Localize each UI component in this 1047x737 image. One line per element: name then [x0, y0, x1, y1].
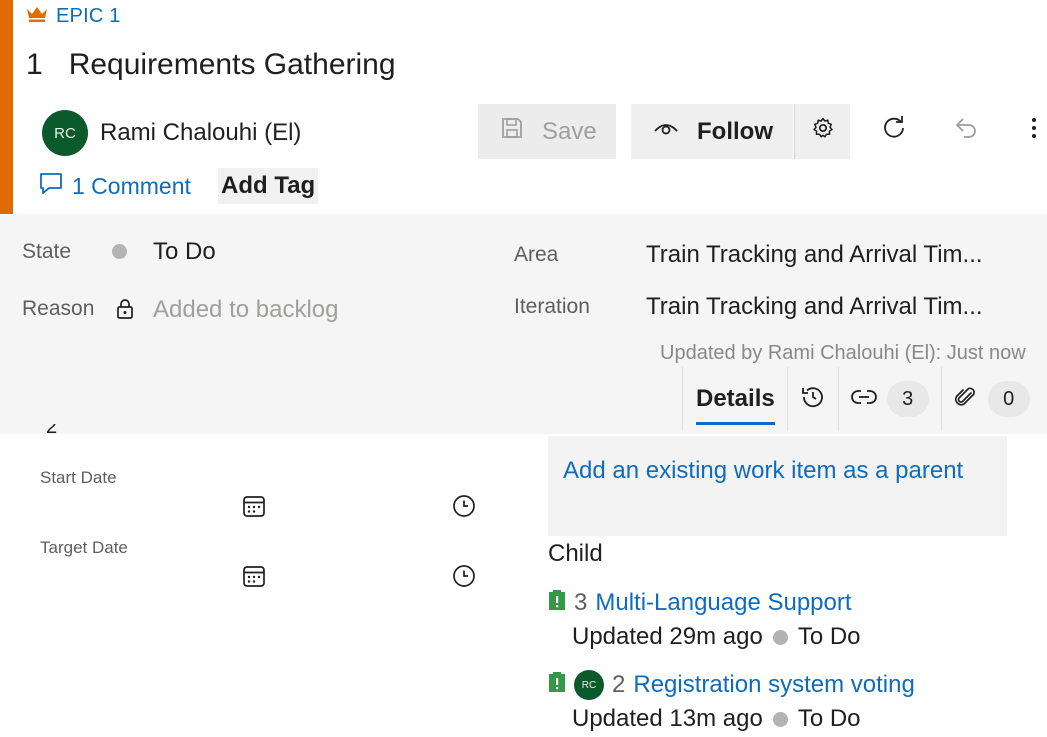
- more-icon: [1031, 116, 1037, 147]
- calendar-icon[interactable]: [242, 494, 266, 518]
- undo-icon: [953, 115, 979, 148]
- start-date-label: Start Date: [40, 468, 117, 487]
- task-icon: [548, 589, 566, 618]
- save-label: Save: [542, 117, 597, 145]
- avatar: RC: [574, 670, 604, 700]
- work-item-type: EPIC 1: [26, 4, 121, 28]
- refresh-icon: [881, 115, 907, 148]
- state-dropdown[interactable]: To Do: [153, 238, 216, 266]
- updated-by-text: Updated by Rami Chalouhi (El): Just now: [660, 342, 1026, 364]
- follow-button[interactable]: Follow: [631, 104, 793, 159]
- work-item-tabs: Details 3 0: [682, 367, 1042, 431]
- work-item-title[interactable]: 1 Requirements Gathering: [26, 48, 396, 82]
- work-item-id: 1: [26, 48, 43, 81]
- work-item-type-label: EPIC 1: [56, 4, 121, 27]
- attachments-count-badge: 0: [987, 381, 1030, 417]
- child-updated-text: Updated 13m ago: [572, 705, 763, 732]
- tab-history[interactable]: [786, 367, 838, 431]
- clock-icon[interactable]: [452, 494, 476, 518]
- follow-label: Follow: [697, 117, 773, 145]
- iteration-field[interactable]: Train Tracking and Arrival Tim...: [646, 293, 983, 321]
- more-actions-button[interactable]: [1020, 104, 1047, 159]
- reason-label: Reason: [22, 297, 95, 320]
- iteration-label: Iteration: [514, 295, 590, 318]
- settings-button[interactable]: [794, 104, 850, 159]
- work-item-type-color-bar: [0, 0, 13, 214]
- gear-icon: [811, 116, 835, 147]
- link-icon: [850, 388, 877, 411]
- child-id: 2: [612, 671, 626, 698]
- crown-icon: [26, 5, 48, 28]
- child-work-item[interactable]: RC 2 Registration system voting Updated …: [548, 668, 915, 736]
- history-icon: [800, 384, 826, 415]
- partially-visible-field-value: 2: [46, 424, 58, 436]
- eye-icon: [653, 117, 679, 146]
- clock-icon[interactable]: [452, 564, 476, 588]
- tab-attachments[interactable]: 0: [940, 367, 1042, 431]
- save-icon: [500, 116, 524, 147]
- assignee-picker[interactable]: RC Rami Chalouhi (El): [42, 110, 301, 156]
- work-item-title-text[interactable]: Requirements Gathering: [69, 48, 396, 82]
- child-work-item[interactable]: 3 Multi-Language Support Updated 29m ago…: [548, 586, 861, 654]
- refresh-button[interactable]: [870, 104, 918, 159]
- add-parent-link[interactable]: Add an existing work item as a parent: [548, 436, 1007, 536]
- links-count-badge: 3: [886, 381, 929, 417]
- task-icon: [548, 671, 566, 700]
- state-label: State: [22, 240, 72, 263]
- state-indicator: [112, 244, 127, 259]
- child-id: 3: [574, 589, 588, 616]
- lock-icon: [116, 299, 134, 319]
- paperclip-icon: [954, 384, 978, 415]
- comments-link[interactable]: 1 Comment: [38, 170, 191, 202]
- tab-details[interactable]: Details: [682, 367, 787, 431]
- area-label: Area: [514, 243, 559, 266]
- save-button[interactable]: Save: [478, 104, 616, 159]
- status-dot: [772, 711, 788, 727]
- child-updated-text: Updated 29m ago: [572, 623, 763, 650]
- add-tag-button[interactable]: Add Tag: [218, 168, 319, 204]
- status-dot: [772, 629, 788, 645]
- comments-count-label: 1 Comment: [72, 172, 191, 199]
- child-section-heading: Child: [548, 540, 603, 567]
- child-title-link[interactable]: Multi-Language Support: [595, 589, 851, 617]
- target-date-label: Target Date: [40, 538, 128, 557]
- child-title-link[interactable]: Registration system voting: [633, 671, 914, 699]
- tab-links[interactable]: 3: [837, 367, 941, 431]
- avatar: RC: [42, 110, 88, 156]
- area-field[interactable]: Train Tracking and Arrival Tim...: [646, 241, 983, 269]
- calendar-icon[interactable]: [242, 564, 266, 588]
- undo-button[interactable]: [942, 104, 990, 159]
- child-state: To Do: [797, 705, 861, 732]
- assignee-name: Rami Chalouhi (El): [100, 119, 302, 146]
- comment-icon: [38, 170, 64, 202]
- reason-field[interactable]: Added to backlog: [153, 296, 338, 324]
- child-state: To Do: [797, 623, 861, 650]
- tab-details-label: Details: [696, 385, 775, 412]
